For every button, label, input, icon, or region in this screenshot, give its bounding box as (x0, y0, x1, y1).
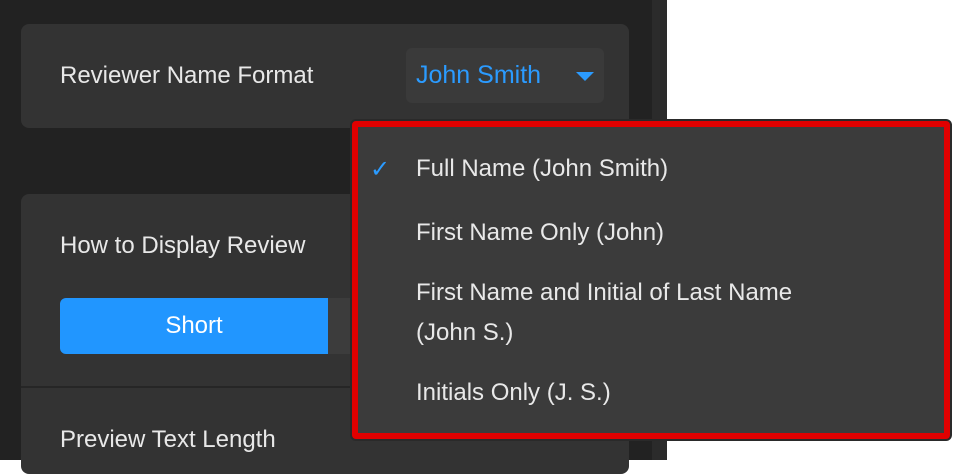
reviewer-name-format-select[interactable]: John Smith (406, 48, 604, 103)
preview-text-length-label: Preview Text Length (60, 426, 276, 453)
menu-item-first-name[interactable]: First Name Only (John) (416, 213, 664, 253)
menu-item-full-name[interactable]: Full Name (John Smith) (416, 149, 668, 189)
chevron-down-icon (576, 72, 594, 81)
menu-item-initials[interactable]: Initials Only (J. S.) (416, 373, 611, 413)
menu-item-label-line2: (John S.) (416, 319, 514, 346)
name-format-dropdown-menu: ✓ Full Name (John Smith) First Name Only… (352, 121, 950, 439)
display-reviews-label: How to Display Review (60, 232, 306, 259)
selected-value: John Smith (416, 61, 542, 89)
menu-item-label: First Name and Initial of Last Name (416, 279, 793, 306)
checkmark-icon: ✓ (370, 156, 391, 183)
short-option-button[interactable]: Short (60, 298, 328, 354)
reviewer-name-format-label: Reviewer Name Format (60, 62, 314, 89)
